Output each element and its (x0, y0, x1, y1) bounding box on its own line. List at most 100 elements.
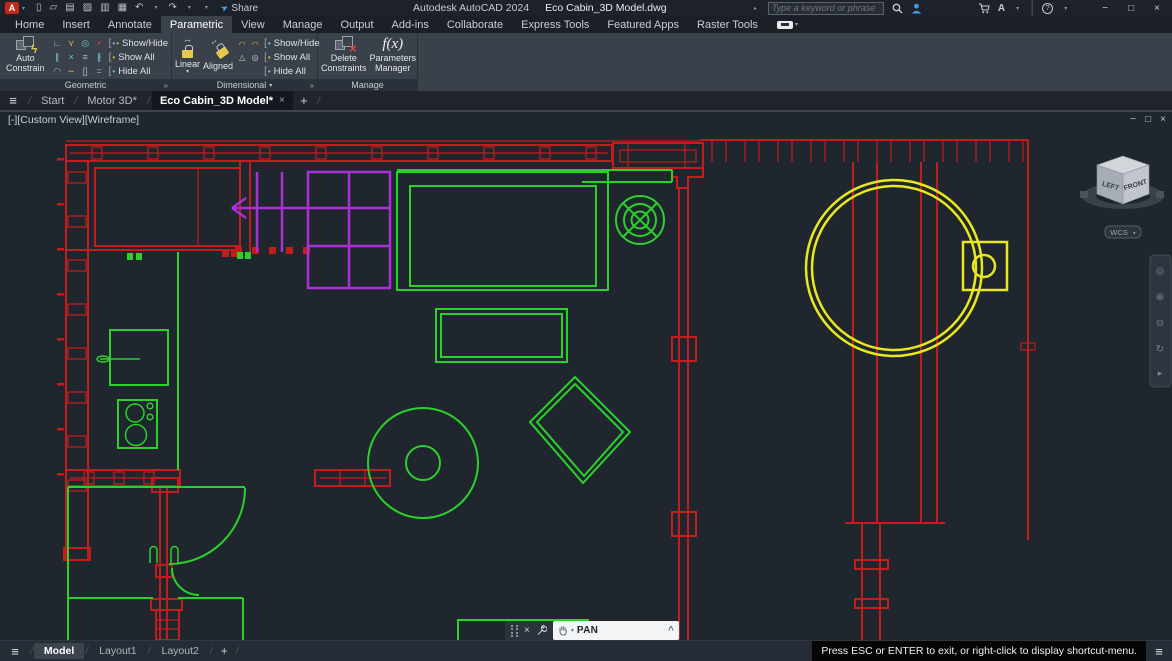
symmetric-constraint-icon[interactable]: [] (79, 65, 92, 78)
ribbon-display-toggle[interactable]: ▾ (777, 16, 798, 33)
drawing-close-button[interactable]: × (1160, 114, 1166, 125)
dimensional-panel-label[interactable]: Dimensional ▾ » (172, 79, 317, 91)
new-file-icon[interactable]: ▯ (36, 1, 42, 15)
delete-constraints-button[interactable]: × Delete Constraints (321, 35, 367, 73)
print-icon[interactable]: ▦ (118, 1, 127, 15)
navigation-bar[interactable]: ◎ ⊕ ⊙ ↻ ▸ (1150, 255, 1171, 387)
search-icon[interactable] (892, 3, 903, 14)
window-restore-button[interactable]: □ (1122, 3, 1140, 14)
parallel-constraint-icon[interactable]: ∥ (51, 51, 64, 64)
sign-in-user-icon[interactable] (911, 3, 922, 14)
model-tab[interactable]: Model (34, 643, 84, 659)
tab-annotate[interactable]: Annotate (99, 16, 161, 33)
redo-caret-icon[interactable]: ▾ (188, 1, 191, 15)
model-space-canvas[interactable]: [-][Custom View][Wireframe] − □ × (0, 112, 1172, 640)
perpendicular-constraint-icon[interactable]: ∟ (51, 37, 64, 50)
file-tab-start[interactable]: Start (33, 91, 72, 110)
tab-express-tools[interactable]: Express Tools (512, 16, 598, 33)
geometric-show-all-button[interactable]: [•Show All (109, 51, 168, 64)
tab-add-ins[interactable]: Add-ins (383, 16, 438, 33)
customize-wrench-icon[interactable] (536, 625, 547, 636)
file-tab-menu-icon[interactable]: ≡ (0, 91, 26, 110)
showmotion-icon[interactable]: ▸ (1158, 368, 1163, 378)
fix-constraint-icon[interactable]: ⋎ (65, 37, 78, 50)
new-layout-button[interactable]: + (213, 644, 236, 658)
tab-parametric[interactable]: Parametric (161, 16, 232, 33)
concentric-constraint-icon[interactable]: ◎ (79, 37, 92, 50)
parameters-manager-button[interactable]: f(x) Parameters Manager (370, 35, 417, 73)
command-input-field[interactable]: ▾ PAN ^ (553, 621, 679, 640)
smooth-constraint-icon[interactable]: ∼ (65, 65, 78, 78)
drawing-minimize-button[interactable]: − (1130, 114, 1136, 125)
auto-constrain-button[interactable]: ϟ Auto Constrain (3, 35, 48, 73)
file-tab-eco-cabin[interactable]: Eco Cabin_3D Model* × (152, 91, 293, 110)
command-collapse-icon[interactable]: ^ (668, 625, 674, 636)
save-as-icon[interactable]: ▧ (83, 1, 92, 15)
new-drawing-tab-button[interactable]: + (293, 91, 315, 110)
collinear-constraint-icon[interactable]: ≡ (79, 51, 92, 64)
dimensional-show-hide-button[interactable]: [•Show/Hide (264, 37, 320, 50)
tab-output[interactable]: Output (332, 16, 383, 33)
aligned-dimension-button[interactable]: ↔ Aligned (203, 35, 233, 72)
tab-view[interactable]: View (232, 16, 274, 33)
viewcube-rotate-right-handle[interactable] (1156, 191, 1164, 198)
window-close-button[interactable]: × (1148, 3, 1166, 14)
search-expand-icon[interactable]: ▸ (754, 5, 757, 12)
tab-raster-tools[interactable]: Raster Tools (688, 16, 767, 33)
redo-icon[interactable]: ↷ (168, 1, 176, 15)
dimensional-hide-all-button[interactable]: [•Hide All (264, 65, 320, 78)
layout1-tab[interactable]: Layout1 (89, 643, 146, 659)
manage-panel-label[interactable]: Manage (318, 79, 417, 91)
undo-icon[interactable]: ↶ (135, 1, 143, 15)
crossing-constraint-icon[interactable]: × (65, 51, 78, 64)
file-tab-motor3d[interactable]: Motor 3D* (79, 91, 145, 110)
share-button[interactable]: ➤ Share (221, 3, 258, 14)
search-input[interactable] (772, 3, 880, 13)
search-box[interactable] (768, 2, 884, 15)
tab-close-icon[interactable]: × (279, 95, 285, 106)
dimensional-show-all-button[interactable]: [•Show All (264, 51, 320, 64)
tangent-constraint-icon[interactable]: ◠ (51, 65, 64, 78)
tab-manage[interactable]: Manage (274, 16, 332, 33)
tab-home[interactable]: Home (6, 16, 53, 33)
drawing-restore-button[interactable]: □ (1145, 114, 1151, 125)
full-navigation-wheel-icon[interactable]: ◎ (1156, 266, 1165, 277)
linear-dimension-button[interactable]: ↔ Linear ▾ (175, 35, 200, 75)
status-customize-icon[interactable]: ≡ (1146, 641, 1172, 661)
equal-constraint-icon[interactable]: = (93, 65, 106, 78)
logo-caret-icon[interactable]: ▾ (22, 5, 25, 12)
command-options-caret-icon[interactable]: ▾ (571, 627, 574, 634)
orbit-tool-icon[interactable]: ↻ (1156, 344, 1164, 355)
tab-insert[interactable]: Insert (53, 16, 99, 33)
diameter-constraint-icon[interactable]: △ (236, 52, 248, 64)
viewcube-rotate-left-handle[interactable] (1080, 191, 1088, 198)
tab-featured-apps[interactable]: Featured Apps (598, 16, 688, 33)
window-minimize-button[interactable]: − (1096, 3, 1114, 14)
status-menu-icon[interactable]: ≡ (0, 644, 30, 659)
angular-constraint-icon[interactable]: ◠ (236, 39, 248, 51)
autocad-logo-icon[interactable]: A (5, 2, 19, 14)
zoom-tool-icon[interactable]: ⊙ (1156, 318, 1164, 329)
undo-caret-icon[interactable]: ▾ (154, 1, 157, 15)
command-grip-handle[interactable] (511, 625, 518, 637)
command-close-icon[interactable]: × (524, 625, 530, 636)
cad-drawing[interactable]: LEFT FRONT WCS ▾ ◎ ⊕ ⊙ ↻ ▸ (0, 112, 1172, 640)
autodesk-app-caret-icon[interactable]: ▾ (1016, 5, 1019, 12)
geometric-show-hide-button[interactable]: [••Show/Hide (109, 37, 168, 50)
radius-constraint-icon[interactable]: ◠ (249, 39, 261, 51)
geometric-panel-label[interactable]: Geometric » (0, 79, 171, 91)
help-icon[interactable]: ? (1042, 3, 1053, 14)
vertical-constraint-icon[interactable]: ∦ (93, 51, 106, 64)
lock-constraint-icon[interactable]: ▪ (93, 37, 106, 50)
pan-tool-icon[interactable]: ⊕ (1156, 292, 1164, 303)
app-store-cart-icon[interactable] (978, 3, 990, 14)
tab-collaborate[interactable]: Collaborate (438, 16, 512, 33)
geometric-hide-all-button[interactable]: [•Hide All (109, 65, 168, 78)
form-constraint-icon[interactable]: ◎ (249, 52, 261, 64)
viewcube[interactable]: LEFT FRONT WCS ▾ (1080, 156, 1164, 238)
save-icon[interactable]: ▤ (65, 1, 74, 15)
viewport-controls-label[interactable]: [-][Custom View][Wireframe] (8, 114, 139, 126)
autodesk-app-icon[interactable]: A (998, 3, 1005, 14)
plot-icon[interactable]: ▥ (100, 1, 109, 15)
layout2-tab[interactable]: Layout2 (151, 643, 208, 659)
